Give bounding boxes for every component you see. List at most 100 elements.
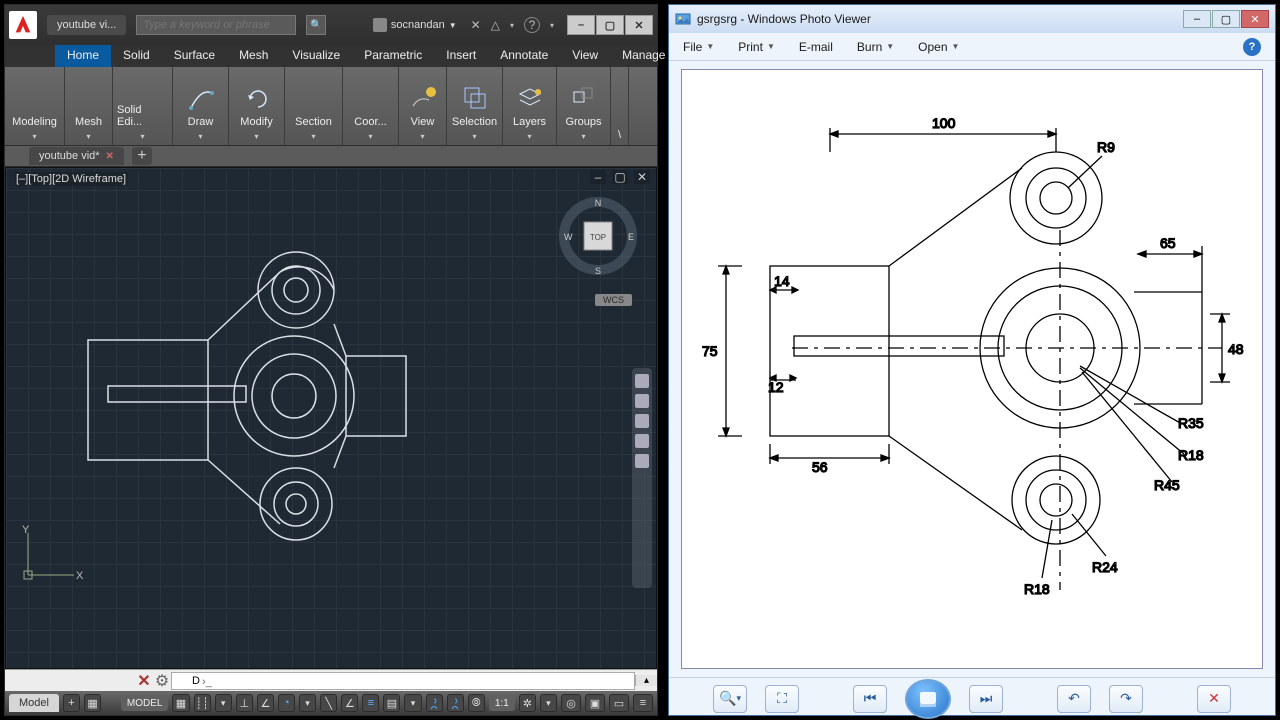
selection-icon — [459, 82, 491, 114]
command-config-icon[interactable]: ⚙ — [153, 671, 171, 691]
autocad-window: youtube vi... 🔍 socnandan ▼ ✕ △ ▾ ? ▾ – … — [4, 4, 658, 716]
modelspace-label[interactable]: MODEL — [121, 696, 169, 711]
svg-text:75: 75 — [702, 343, 718, 359]
signin-user[interactable]: socnandan ▼ — [373, 18, 457, 32]
tab-view[interactable]: View — [560, 45, 610, 67]
minimize-button[interactable]: – — [567, 15, 595, 35]
tab-home[interactable]: Home — [55, 45, 111, 67]
previous-button[interactable]: ⏮ — [853, 685, 887, 713]
drawing-wireframe — [6, 168, 660, 670]
tab-visualize[interactable]: Visualize — [280, 45, 352, 67]
actual-size-button[interactable]: ⛶ — [765, 685, 799, 713]
scale-value[interactable]: 1:1 — [489, 696, 515, 711]
panel-layers[interactable]: Layers▾ — [503, 67, 557, 145]
file-tab[interactable]: youtube vid* ✕ — [29, 147, 124, 165]
title-utility-icons: ✕ △ ▾ ? ▾ — [471, 17, 554, 33]
file-tabs: youtube vid* ✕ + — [5, 145, 657, 167]
username-label: socnandan — [391, 19, 445, 31]
image-canvas[interactable]: 100 14 12 75 56 — [681, 69, 1263, 669]
rotate-cw-button[interactable]: ↷ — [1109, 685, 1143, 713]
layout-plus-icon[interactable]: + — [63, 694, 80, 712]
menu-open[interactable]: Open▼ — [918, 40, 959, 54]
menu-file[interactable]: File▼ — [683, 40, 714, 54]
rotate-icon — [241, 82, 273, 114]
exchange-icon[interactable]: ✕ — [471, 18, 481, 32]
tab-mesh[interactable]: Mesh — [227, 45, 280, 67]
search-input[interactable] — [136, 15, 296, 35]
human2-icon[interactable] — [447, 694, 464, 712]
panel-selection[interactable]: Selection▾ — [447, 67, 503, 145]
human1-icon[interactable] — [426, 694, 443, 712]
slideshow-button[interactable] — [905, 679, 951, 719]
svg-text:100: 100 — [932, 115, 956, 131]
panel-solid-editing[interactable]: Solid Edi...▾ — [113, 67, 173, 145]
menu-burn[interactable]: Burn▼ — [857, 40, 894, 54]
svg-text:12: 12 — [768, 379, 784, 395]
isodraft-icon[interactable]: ◔ — [278, 694, 295, 712]
pv-maximize-button[interactable]: ▢ — [1212, 10, 1240, 28]
panel-mesh[interactable]: Mesh▾ — [65, 67, 113, 145]
help-icon[interactable]: ? — [524, 17, 540, 33]
layers-icon — [514, 82, 546, 114]
command-input[interactable] — [171, 672, 635, 690]
menu-email[interactable]: E-mail — [799, 40, 833, 54]
snap-icon[interactable]: ┊┊ — [194, 694, 211, 712]
autosnap-icon[interactable]: ∠ — [341, 694, 358, 712]
quickaccess-filename[interactable]: youtube vi... — [47, 15, 126, 35]
panel-modify[interactable]: Modify▾ — [229, 67, 285, 145]
ortho-icon[interactable]: ⊥ — [236, 694, 253, 712]
annoscale-icon[interactable]: ⦾ — [468, 694, 485, 712]
close-tab-icon[interactable]: ✕ — [106, 151, 114, 162]
tab-parametric[interactable]: Parametric — [352, 45, 434, 67]
groups-icon — [568, 82, 600, 114]
svg-text:56: 56 — [812, 459, 828, 475]
customize-icon[interactable]: ≡ — [633, 694, 653, 712]
panel-modeling[interactable]: Modeling▾ — [5, 67, 65, 145]
svg-text:X: X — [76, 570, 84, 582]
panel-view[interactable]: View▾ — [399, 67, 447, 145]
tab-surface[interactable]: Surface — [162, 45, 227, 67]
command-close-icon[interactable]: ✕ — [135, 671, 153, 691]
autocad-logo-icon[interactable] — [9, 11, 37, 39]
photoviewer-menu: File▼ Print▼ E-mail Burn▼ Open▼ ? — [669, 33, 1275, 61]
model-tab[interactable]: Model — [9, 694, 59, 712]
grid-icon[interactable]: ▦ — [172, 694, 189, 712]
new-tab-button[interactable]: + — [132, 147, 152, 165]
panel-draw[interactable]: Draw▾ — [173, 67, 229, 145]
isolate-icon[interactable]: ◎ — [561, 694, 581, 712]
search-button[interactable]: 🔍 — [306, 15, 326, 35]
model-viewport[interactable]: [–][Top][2D Wireframe] – ▢ ✕ N S W E TOP… — [5, 167, 657, 669]
osnap-icon[interactable]: ╲ — [320, 694, 337, 712]
tab-annotate[interactable]: Annotate — [488, 45, 560, 67]
hardware-icon[interactable]: ▣ — [585, 694, 605, 712]
command-history-icon[interactable]: ▴ — [635, 675, 657, 686]
maximize-button[interactable]: ▢ — [596, 15, 624, 35]
svg-text:R24: R24 — [1092, 559, 1118, 575]
transparency-icon[interactable]: ▤ — [383, 694, 400, 712]
lineweight-icon[interactable]: ≡ — [362, 694, 379, 712]
panel-coordinates[interactable]: Coor...▾ — [343, 67, 399, 145]
next-button[interactable]: ⏭ — [969, 685, 1003, 713]
polar-icon[interactable]: ∠ — [257, 694, 274, 712]
tab-solid[interactable]: Solid — [111, 45, 162, 67]
panel-section[interactable]: Section▾ — [285, 67, 343, 145]
view-icon — [407, 82, 439, 114]
panel-groups[interactable]: Groups▾ — [557, 67, 611, 145]
rotate-ccw-button[interactable]: ↶ — [1057, 685, 1091, 713]
pv-help-icon[interactable]: ? — [1243, 38, 1261, 56]
menu-print[interactable]: Print▼ — [738, 40, 775, 54]
zoom-button[interactable]: 🔍 ▾ — [713, 685, 747, 713]
pv-minimize-button[interactable]: – — [1183, 10, 1211, 28]
gear-icon[interactable]: ✲ — [519, 694, 536, 712]
quickview-icon[interactable]: ▦ — [84, 694, 101, 712]
ribbon: Modeling▾ Mesh▾ Solid Edi...▾ Draw▾ Modi… — [5, 67, 657, 145]
delete-button[interactable]: ✕ — [1197, 685, 1231, 713]
a360-icon[interactable]: △ — [491, 18, 500, 32]
photoviewer-app-icon — [675, 11, 691, 27]
technical-drawing: 100 14 12 75 56 — [682, 70, 1263, 668]
pv-close-button[interactable]: ✕ — [1241, 10, 1269, 28]
ribbon-overflow[interactable]: \ — [611, 67, 629, 145]
tab-insert[interactable]: Insert — [434, 45, 488, 67]
close-button[interactable]: ✕ — [625, 15, 653, 35]
cleanscreen-icon[interactable]: ▭ — [609, 694, 629, 712]
